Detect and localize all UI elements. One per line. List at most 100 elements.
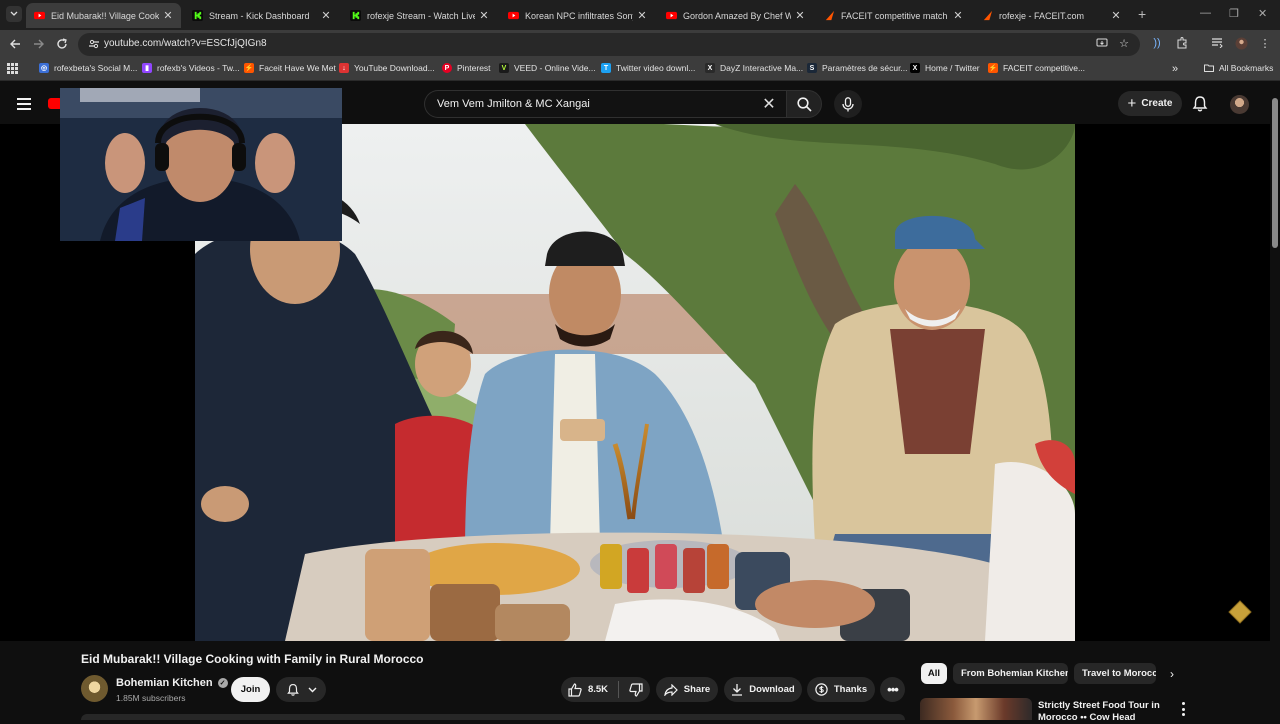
extensions-puzzle-icon[interactable] xyxy=(1175,36,1189,50)
notifications-bell-icon[interactable] xyxy=(1191,95,1209,113)
subscriber-count: 1.85M subscribers xyxy=(116,693,186,703)
more-actions-button[interactable]: ••• xyxy=(880,677,905,702)
steam-icon: S xyxy=(807,63,817,73)
share-button[interactable]: Share xyxy=(656,677,718,702)
recommended-video-title[interactable]: Strictly Street Food Tour in Morocco •• … xyxy=(1038,700,1168,724)
bookmark-star-icon[interactable]: ☆ xyxy=(1117,36,1131,50)
thanks-button[interactable]: Thanks xyxy=(807,677,875,702)
tab-eid-mubarak[interactable]: Eid Mubarak!! Village Cooking w ✕ xyxy=(26,3,181,28)
faceit-icon: ⚡ xyxy=(988,63,998,73)
search-input[interactable]: Vem Vem Jmilton & MC Xangai xyxy=(424,90,786,118)
close-window-button[interactable]: ✕ xyxy=(1258,7,1267,20)
close-tab-icon[interactable]: ✕ xyxy=(163,9,173,22)
close-tab-icon[interactable]: ✕ xyxy=(953,9,963,22)
guide-menu-icon[interactable] xyxy=(17,98,31,110)
like-count[interactable]: 8.5K xyxy=(588,684,608,695)
close-tab-icon[interactable]: ✕ xyxy=(479,9,489,22)
voice-search-button[interactable] xyxy=(834,90,862,118)
bookmark-item[interactable]: T Twitter video downl... xyxy=(601,63,695,73)
bookmark-item[interactable]: ▮ rofexb's Videos - Tw... xyxy=(142,63,240,73)
close-tab-icon[interactable]: ✕ xyxy=(795,9,805,22)
tab-korean-npc[interactable]: Korean NPC infiltrates Sony HQ ✕ xyxy=(500,3,655,28)
thumbs-down-icon[interactable] xyxy=(629,682,643,697)
address-bar[interactable]: youtube.com/watch?v=ESCfJjQIGn8 xyxy=(78,33,1140,56)
tab-gordon-amazed[interactable]: Gordon Amazed By Chef Who M ✕ xyxy=(658,3,813,28)
scrollbar-thumb[interactable] xyxy=(1272,98,1278,248)
back-button[interactable] xyxy=(7,36,23,52)
profile-avatar[interactable] xyxy=(1234,36,1248,50)
browser-toolbar: youtube.com/watch?v=ESCfJjQIGn8 xyxy=(0,30,1280,59)
super-thanks-icon xyxy=(815,683,828,696)
bookmark-item[interactable]: ⚡ FACEIT competitive... xyxy=(988,63,1085,73)
bookmark-item[interactable]: ↓ YouTube Download... xyxy=(339,63,435,73)
chip-all[interactable]: All xyxy=(921,663,947,684)
bookmark-item[interactable]: X DayZ Interactive Ma... xyxy=(705,63,803,73)
page-scrollbar[interactable] xyxy=(1270,84,1280,720)
tab-rofexje-stream[interactable]: rofexje Stream - Watch Live on ✕ xyxy=(342,3,497,28)
bookmark-item[interactable]: ⚡ Faceit Have We Met xyxy=(244,63,336,73)
clear-search-icon[interactable]: ✕ xyxy=(760,95,778,113)
bookmark-item[interactable]: P Pinterest xyxy=(442,63,491,73)
like-dislike-group: 8.5K xyxy=(561,677,650,702)
bookmarks-overflow-icon[interactable]: » xyxy=(1172,63,1178,75)
faceit-icon: ⚡ xyxy=(244,63,254,73)
faceit-icon xyxy=(983,10,993,21)
close-tab-icon[interactable]: ✕ xyxy=(637,9,647,22)
join-button[interactable]: Join xyxy=(231,677,270,702)
bookmark-item[interactable]: V VEED - Online Vide... xyxy=(499,63,596,73)
bookmark-item[interactable]: S Paramètres de sécur... xyxy=(807,63,908,73)
youtube-icon xyxy=(508,11,519,20)
search-button[interactable] xyxy=(786,90,822,118)
close-tab-icon[interactable]: ✕ xyxy=(321,9,331,22)
x-icon: X xyxy=(705,63,715,73)
bookmark-item[interactable]: X Home / Twitter xyxy=(910,63,980,73)
install-app-icon[interactable] xyxy=(1095,36,1109,50)
video-title: Eid Mubarak!! Village Cooking with Famil… xyxy=(81,652,424,666)
apps-grid-icon[interactable] xyxy=(7,63,18,74)
bell-icon xyxy=(286,683,299,696)
channel-avatar[interactable] xyxy=(81,675,108,702)
channel-watermark-icon[interactable] xyxy=(1228,600,1252,624)
tab-faceit-profile[interactable]: rofexje - FACEIT.com ✕ xyxy=(974,3,1129,28)
tab-faceit-match[interactable]: FACEIT competitive match - FAC ✕ xyxy=(816,3,971,28)
more-vertical-icon[interactable] xyxy=(1180,702,1186,716)
globe-icon: ◎ xyxy=(39,63,49,73)
thumbs-up-icon[interactable] xyxy=(568,682,582,697)
youtube-icon xyxy=(666,11,677,20)
create-button[interactable]: + Create xyxy=(1118,91,1182,116)
youtube-icon xyxy=(34,11,45,20)
chip-travel-to-morocco[interactable]: Travel to Morocco xyxy=(1074,663,1156,684)
close-tab-icon[interactable]: ✕ xyxy=(1111,9,1121,22)
subscribed-notifications-button[interactable] xyxy=(276,677,326,702)
kick-icon xyxy=(192,10,203,21)
tab-kick-dashboard[interactable]: Stream - Kick Dashboard ✕ xyxy=(184,3,339,28)
minimize-button[interactable]: — xyxy=(1200,7,1211,19)
new-tab-button[interactable]: + xyxy=(1138,6,1146,22)
bookmarks-bar: ◎ rofexbeta's Social M... ▮ rofexb's Video… xyxy=(0,59,1280,81)
chevron-right-icon[interactable]: › xyxy=(1166,667,1178,681)
all-bookmarks-folder[interactable]: All Bookmarks xyxy=(1204,63,1273,73)
verified-check-icon: ✓ xyxy=(217,678,228,688)
browser-menu-icon[interactable]: ⋮ xyxy=(1258,36,1272,50)
voice-extension-icon[interactable]: )) xyxy=(1150,36,1164,50)
x-icon: X xyxy=(910,63,920,73)
description-box[interactable] xyxy=(81,714,905,720)
site-info-icon[interactable] xyxy=(88,38,100,50)
bookmark-item[interactable]: ◎ rofexbeta's Social M... xyxy=(39,63,137,73)
recommended-video-thumbnail[interactable] xyxy=(920,698,1032,720)
restore-button[interactable]: ❐ xyxy=(1229,7,1239,20)
microphone-icon xyxy=(842,96,854,111)
channel-name-link[interactable]: Bohemian Kitchen ✓ xyxy=(116,677,228,689)
plus-icon: + xyxy=(1127,95,1137,112)
download-button[interactable]: Download xyxy=(724,677,802,702)
reload-icon xyxy=(57,38,67,49)
youtube-logo-icon[interactable] xyxy=(48,97,60,110)
chip-from-channel[interactable]: From Bohemian Kitchen xyxy=(953,663,1068,684)
url-text[interactable]: youtube.com/watch?v=ESCfJjQIGn8 xyxy=(104,38,267,49)
tab-search-button[interactable] xyxy=(6,6,22,22)
account-avatar[interactable] xyxy=(1230,95,1249,114)
reload-button[interactable] xyxy=(54,36,70,52)
media-queue-icon[interactable] xyxy=(1210,36,1224,50)
forward-button[interactable] xyxy=(31,36,47,52)
folder-icon xyxy=(1204,64,1214,72)
